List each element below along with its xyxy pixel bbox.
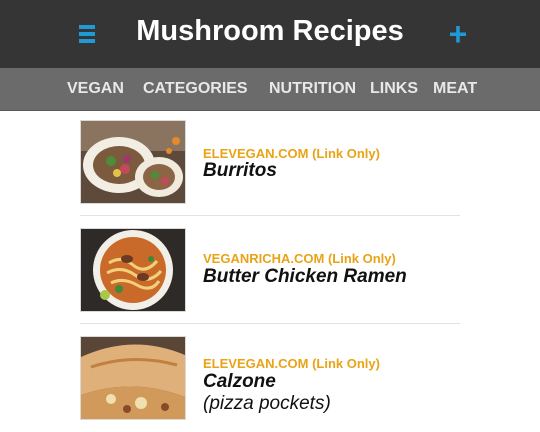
recipe-card-butter-chicken-ramen[interactable]: VEGANRICHA.COM (Link Only) Butter Chicke… xyxy=(80,218,460,324)
nav-item-links[interactable]: LINKS xyxy=(370,68,418,110)
recipe-source: ELEVEGAN.COM (Link Only) xyxy=(203,356,380,371)
recipe-thumbnail xyxy=(80,336,186,420)
nav-item-nutrition[interactable]: NUTRITION xyxy=(269,68,356,110)
category-nav: VEGAN CATEGORIES NUTRITION LINKS MEAT xyxy=(0,68,540,111)
app-header: Mushroom Recipes + xyxy=(0,0,540,68)
recipe-name: Butter Chicken Ramen xyxy=(203,266,407,287)
recipe-name: Calzone xyxy=(203,371,276,392)
recipe-source: ELEVEGAN.COM (Link Only) xyxy=(203,146,380,161)
calzone-image xyxy=(81,337,185,419)
divider xyxy=(80,215,460,216)
nav-item-vegan[interactable]: VEGAN xyxy=(67,68,124,110)
recipe-name: Burritos xyxy=(203,160,277,181)
recipe-source: VEGANRICHA.COM (Link Only) xyxy=(203,251,396,266)
nav-item-meat[interactable]: MEAT xyxy=(433,68,477,110)
divider xyxy=(80,323,460,324)
ramen-image xyxy=(81,229,185,311)
add-recipe-button[interactable]: + xyxy=(440,12,476,56)
nav-item-categories[interactable]: CATEGORIES xyxy=(143,68,248,110)
burritos-image xyxy=(81,121,185,203)
recipe-note: (pizza pockets) xyxy=(203,393,331,414)
recipe-thumbnail xyxy=(80,120,186,204)
recipe-thumbnail xyxy=(80,228,186,312)
recipe-card-burritos[interactable]: ELEVEGAN.COM (Link Only) Burritos xyxy=(80,110,460,216)
recipe-card-calzone[interactable]: ELEVEGAN.COM (Link Only) Calzone (pizza … xyxy=(80,326,460,432)
